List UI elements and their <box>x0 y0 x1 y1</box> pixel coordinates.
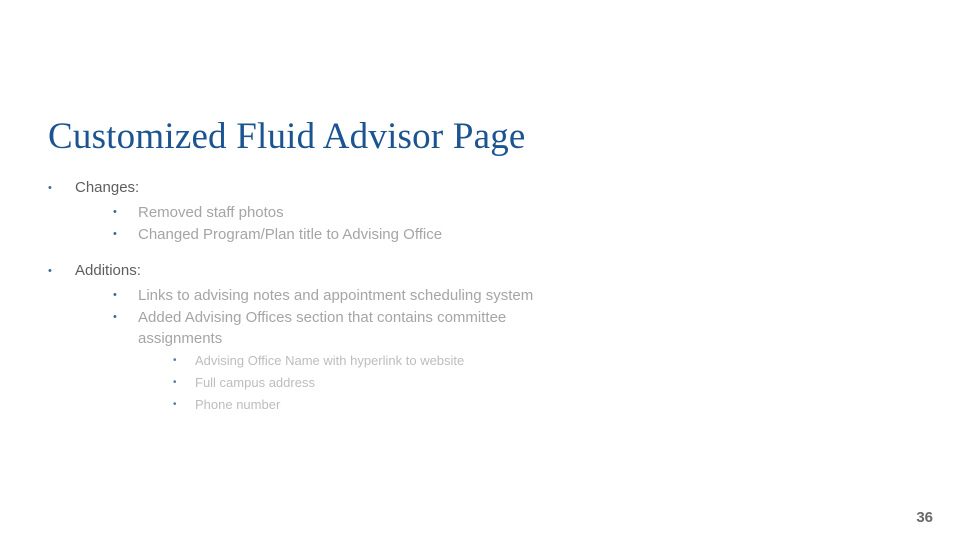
outline-list: • Changes: • Removed staff photos • Chan… <box>48 178 908 413</box>
group-label: Additions: <box>75 262 141 279</box>
bullet-icon: • <box>113 206 117 218</box>
list-item: • Changed Program/Plan title to Advising… <box>113 224 908 245</box>
page-number: 36 <box>916 509 933 526</box>
bullet-icon: • <box>113 289 117 301</box>
bullet-icon: • <box>113 228 117 240</box>
group-spacer <box>48 246 908 261</box>
bullet-icon: • <box>173 377 177 388</box>
list-item: • Removed staff photos <box>113 202 908 223</box>
list-item-label: Changed Program/Plan title to Advising O… <box>138 226 443 243</box>
group-label: Changes: <box>75 179 140 196</box>
list-item-label: Removed staff photos <box>138 204 284 221</box>
sub-list: • Removed staff photos • Changed Program… <box>75 202 908 245</box>
page-title: Customized Fluid Advisor Page <box>48 116 526 157</box>
sub-list: • Links to advising notes and appointmen… <box>75 285 908 413</box>
list-item: • Additions: • Links to advising notes a… <box>48 261 908 413</box>
slide: Customized Fluid Advisor Page • Changes:… <box>0 0 960 540</box>
list-item-label: Advising Office Name with hyperlink to w… <box>195 353 465 368</box>
list-item: • Advising Office Name with hyperlink to… <box>173 352 908 369</box>
slide-header-band <box>50 28 920 60</box>
list-item: • Phone number <box>173 396 908 413</box>
list-item-label: Added Advising Offices section that cont… <box>138 309 507 347</box>
list-item: • Links to advising notes and appointmen… <box>113 285 908 306</box>
list-item: • Added Advising Offices section that co… <box>113 307 908 413</box>
bullet-icon: • <box>173 355 177 366</box>
sub-sub-list: • Advising Office Name with hyperlink to… <box>138 352 908 413</box>
bullet-icon: • <box>113 311 117 323</box>
bullet-icon: • <box>48 182 52 194</box>
bullet-icon: • <box>173 399 177 410</box>
list-item-label: Full campus address <box>195 375 315 390</box>
list-item: • Full campus address <box>173 374 908 391</box>
list-item-label: Links to advising notes and appointment … <box>138 287 534 304</box>
list-item-label: Phone number <box>195 397 281 412</box>
slide-body: • Changes: • Removed staff photos • Chan… <box>48 178 908 418</box>
list-item: • Changes: • Removed staff photos • Chan… <box>48 178 908 245</box>
bullet-icon: • <box>48 265 52 277</box>
